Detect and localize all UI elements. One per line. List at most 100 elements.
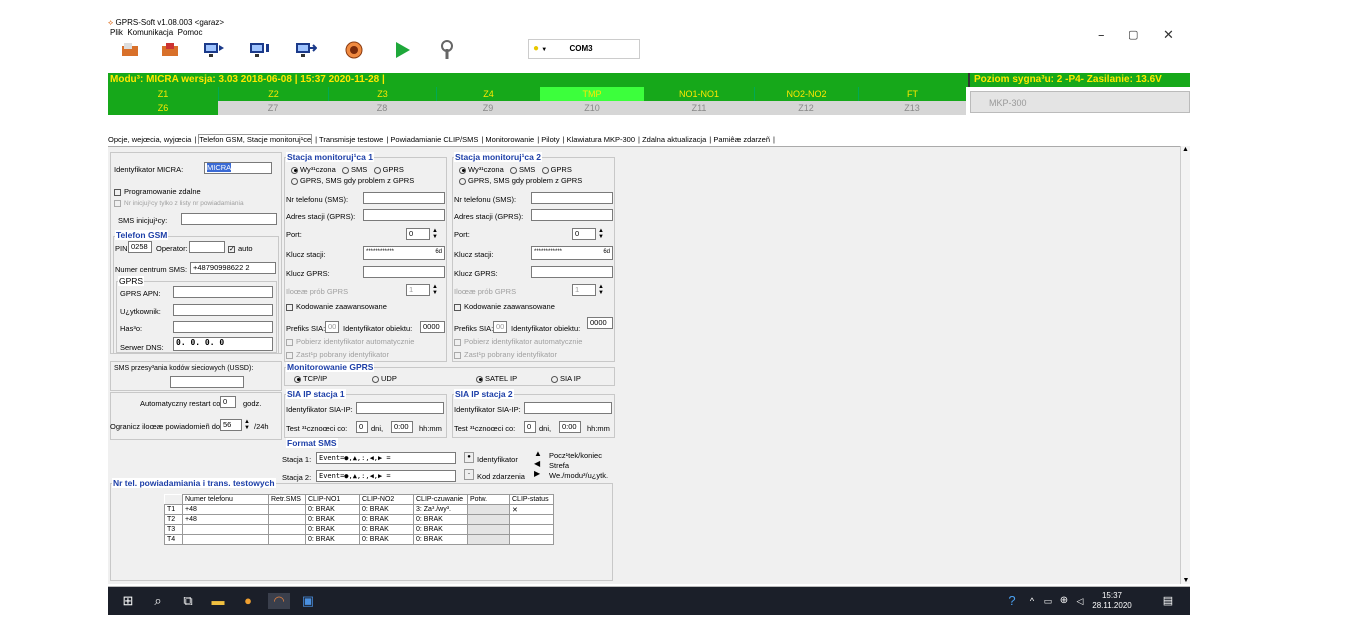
sia1-days-input[interactable]: 0 (356, 421, 368, 433)
table-cell[interactable]: 0: BRAK (305, 534, 360, 545)
radio-tcp[interactable]: TCP/IP (294, 374, 327, 383)
limit-spinner[interactable]: ▲ ▼ (242, 419, 252, 431)
radio-satel-ip[interactable]: SATEL IP (476, 374, 517, 383)
station1-obj-input[interactable]: 0000 (420, 321, 445, 333)
station2-phone-input[interactable] (531, 192, 613, 204)
table-cell[interactable] (509, 524, 554, 535)
station1-sia-prefix-input[interactable]: 00 (325, 321, 339, 333)
windows-start-icon[interactable]: ⊞ (120, 593, 136, 609)
table-cell[interactable] (268, 524, 306, 535)
read-monitor-icon[interactable] (200, 36, 228, 64)
sms-center-input[interactable]: +48790998622 2 (190, 262, 276, 274)
radio-gprs-2[interactable]: GPRS (541, 165, 572, 174)
open-file-icon[interactable] (116, 36, 144, 64)
write-monitor-icon[interactable] (246, 36, 274, 64)
table-cell[interactable]: 0: BRAK (305, 504, 360, 515)
app-taskbar-icon[interactable]: ▣ (300, 593, 316, 609)
tab-remotes[interactable]: Piloty (541, 135, 559, 144)
station2-gkey-input[interactable] (531, 266, 613, 278)
restart-input[interactable]: 0 (220, 396, 236, 408)
volume-icon[interactable]: ◁ (1072, 593, 1088, 609)
table-cell[interactable]: 0: BRAK (305, 524, 360, 535)
insert-zone-button[interactable]: ◀ (534, 459, 546, 469)
sia1-time-input[interactable]: 0:00 (391, 421, 413, 433)
tab-gsm[interactable]: Telefon GSM, Stacje monitoruj¹ce (198, 134, 313, 144)
station1-port-spinner[interactable]: ▲ ▼ (430, 228, 440, 240)
radio-sms[interactable]: SMS (342, 165, 367, 174)
insert-start-button[interactable]: ▲ (534, 449, 546, 459)
table-cell[interactable] (182, 524, 269, 535)
table-cell[interactable] (467, 514, 510, 525)
table-cell[interactable]: 0: BRAK (359, 534, 414, 545)
tab-monitoring[interactable]: Monitorowanie (485, 135, 534, 144)
table-cell[interactable]: 0: BRAK (413, 514, 468, 525)
pin-input[interactable]: 0258 (128, 241, 152, 253)
stop-icon[interactable] (340, 36, 368, 64)
station1-tries-spinner[interactable]: ▲ ▼ (430, 284, 440, 296)
ussd-input[interactable] (170, 376, 244, 388)
table-cell[interactable] (268, 534, 306, 545)
id-input[interactable]: MICRA (204, 162, 272, 174)
table-cell[interactable]: 0: BRAK (413, 524, 468, 535)
radio-gprs-sms-2[interactable]: GPRS, SMS gdy problem z GPRS (459, 176, 582, 185)
minimize-button[interactable]: – (1098, 28, 1105, 43)
station2-sia-prefix-input[interactable]: 00 (493, 321, 507, 333)
initiating-checkbox[interactable]: Nr inicjuj¹cy tylko z listy nr powiadami… (114, 200, 244, 207)
insert-code-button[interactable]: - (464, 469, 474, 480)
tab-options[interactable]: Opcje, wejœcia, wyjœcia (108, 135, 191, 144)
sia1-id-input[interactable] (356, 402, 444, 414)
table-cell[interactable]: 3: Za³./wy³. (413, 504, 468, 515)
sia2-days-input[interactable]: 0 (524, 421, 536, 433)
radio-udp[interactable]: UDP (372, 374, 397, 383)
sms-format-s1-input[interactable]: Event=●,▲,:,◀,▶ = (316, 452, 456, 464)
table-cell[interactable] (509, 514, 554, 525)
table-cell[interactable] (467, 504, 510, 515)
table-cell[interactable]: 0: BRAK (413, 534, 468, 545)
radio-gprs[interactable]: GPRS (373, 165, 404, 174)
tab-tests[interactable]: Transmisje testowe (319, 135, 383, 144)
table-cell[interactable]: +48 (182, 514, 269, 525)
save-file-icon[interactable] (156, 36, 184, 64)
station1-port-input[interactable]: 0 (406, 228, 430, 240)
table-cell[interactable] (268, 514, 306, 525)
operator-input[interactable] (189, 241, 225, 253)
tab-update[interactable]: Zdalna aktualizacja (642, 135, 706, 144)
station1-addr-input[interactable] (363, 209, 445, 221)
station2-port-input[interactable]: 0 (572, 228, 596, 240)
sms-init-input[interactable] (181, 213, 277, 225)
task-view-icon[interactable]: ⧉ (180, 593, 196, 609)
clock[interactable]: 15:37 28.11.2020 (1092, 591, 1132, 611)
help-icon[interactable]: ? (1004, 593, 1020, 609)
gprs-soft-taskbar-icon[interactable]: ◠ (268, 593, 290, 609)
station2-port-spinner[interactable]: ▲ ▼ (596, 228, 606, 240)
chrome-icon[interactable]: ● (240, 593, 256, 609)
station2-obj-input[interactable]: 0000 (587, 317, 613, 329)
table-cell[interactable] (182, 534, 269, 545)
table-cell[interactable] (467, 524, 510, 535)
search-icon[interactable]: ⌕ (150, 593, 166, 609)
radio-sms-2[interactable]: SMS (510, 165, 535, 174)
file-explorer-icon[interactable]: ▬ (210, 593, 226, 609)
station2-tries-spinner[interactable]: ▲ ▼ (596, 284, 606, 296)
insert-identifier-button[interactable]: ● (464, 452, 474, 463)
table-cell[interactable] (509, 534, 554, 545)
battery-icon[interactable]: ▭ (1040, 593, 1056, 609)
table-cell[interactable]: 0: BRAK (359, 524, 414, 535)
table-cell[interactable]: +48 (182, 504, 269, 515)
station1-gkey-input[interactable] (363, 266, 445, 278)
table-cell[interactable]: 0: BRAK (305, 514, 360, 525)
remote-prog-checkbox[interactable]: Programowanie zdalne (114, 187, 201, 196)
station1-replace-id-checkbox[interactable]: Zast¹p pobrany identyfikator (286, 350, 389, 359)
station2-auto-id-checkbox[interactable]: Pobierz identyfikator automatycznie (454, 337, 582, 346)
radio-sia-ip[interactable]: SIA IP (551, 374, 581, 383)
station1-adv-checkbox[interactable]: Kodowanie zaawansowane (286, 302, 387, 311)
tab-log[interactable]: Pamiêæ zdarzeñ (713, 135, 770, 144)
maximize-button[interactable]: ▢ (1128, 28, 1138, 41)
network-icon[interactable]: ⊕ (1056, 593, 1072, 609)
tab-keypad[interactable]: Klawiatura MKP-300 (567, 135, 635, 144)
station2-addr-input[interactable] (531, 209, 613, 221)
radio-off-2[interactable]: Wy³¹czona (459, 165, 504, 174)
station2-tries-input[interactable]: 1 (572, 284, 596, 296)
sms-format-s2-input[interactable]: Event=●,▲,:,◀,▶ = (316, 470, 456, 482)
sia2-id-input[interactable] (524, 402, 612, 414)
